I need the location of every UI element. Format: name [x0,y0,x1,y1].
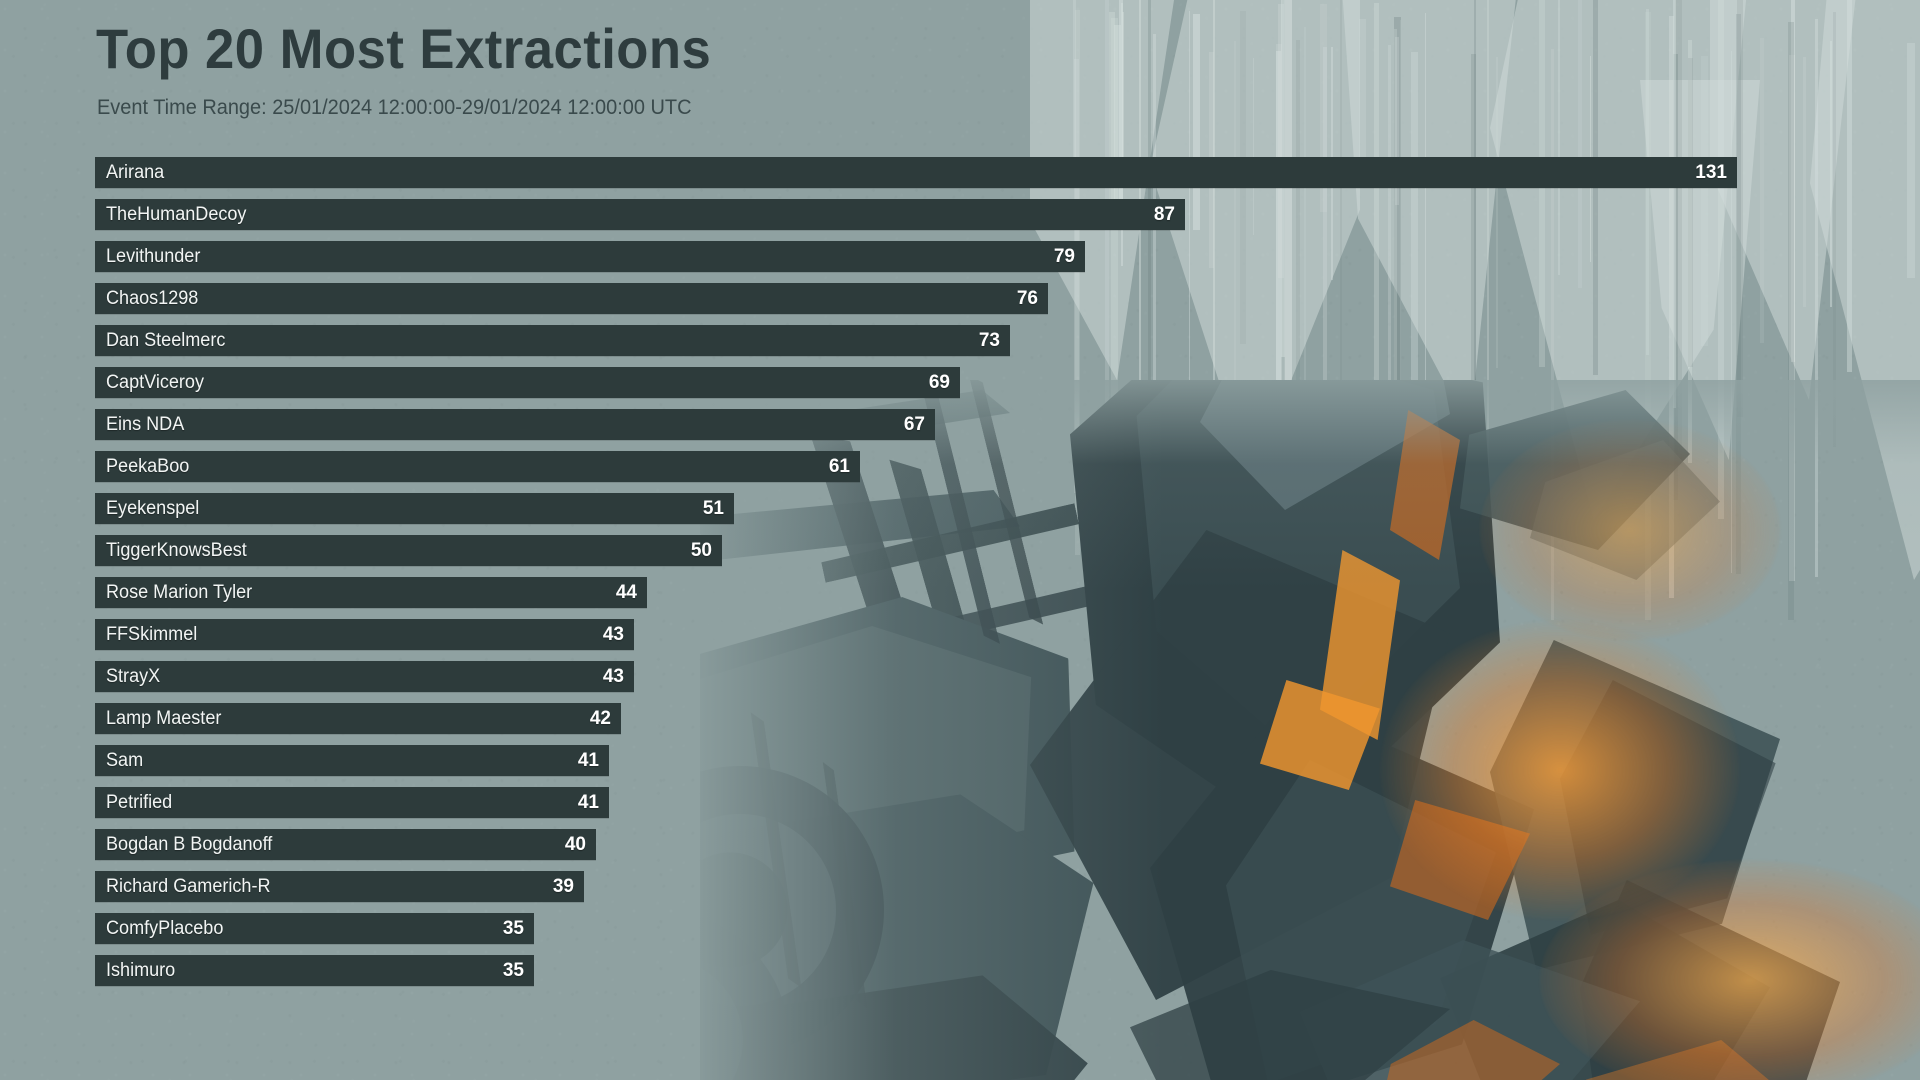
extraction-bar[interactable]: Bogdan B Bogdanoff 40 [95,829,596,860]
player-name-label: CaptViceroy [106,372,204,393]
extraction-count-value: 43 [602,666,624,687]
extraction-bar[interactable]: TiggerKnowsBest 50 [95,535,722,566]
player-name-label: Levithunder [106,246,201,267]
extraction-bar[interactable]: Richard Gamerich-R 39 [95,871,584,902]
bar-row: Arirana 131 [95,157,1885,198]
extraction-count-value: 131 [1695,162,1727,183]
bar-row: Dan Steelmerc 73 [95,325,1885,366]
extraction-count-value: 69 [928,372,950,393]
extraction-count-value: 51 [702,498,724,519]
bar-row: ComfyPlacebo 35 [95,913,1885,954]
player-name-label: Eyekenspel [106,498,200,519]
player-name-label: Chaos1298 [106,288,199,309]
extraction-count-value: 35 [502,960,524,981]
extraction-count-value: 79 [1053,246,1075,267]
bar-row: TheHumanDecoy 87 [95,199,1885,240]
bar-row: Ishimuro 35 [95,955,1885,996]
content-layer: Top 20 Most Extractions Event Time Range… [0,0,1920,1080]
extraction-bar[interactable]: PeekaBoo 61 [95,451,860,482]
player-name-label: Ishimuro [106,960,176,981]
extraction-bar[interactable]: Eyekenspel 51 [95,493,734,524]
player-name-label: StrayX [106,666,161,687]
extraction-count-value: 39 [552,876,574,897]
player-name-label: Bogdan B Bogdanoff [106,834,273,855]
player-name-label: Arirana [106,162,165,183]
player-name-label: Petrified [106,792,173,813]
player-name-label: FFSkimmel [106,624,198,645]
player-name-label: Dan Steelmerc [106,330,226,351]
extraction-count-value: 40 [564,834,586,855]
player-name-label: Eins NDA [106,414,185,435]
extraction-count-value: 76 [1016,288,1038,309]
extraction-bar[interactable]: Lamp Maester 42 [95,703,621,734]
extraction-bar[interactable]: Petrified 41 [95,787,609,818]
page-title: Top 20 Most Extractions [96,17,712,80]
player-name-label: Lamp Maester [106,708,222,729]
extraction-bar[interactable]: StrayX 43 [95,661,634,692]
extraction-count-value: 67 [903,414,925,435]
player-name-label: Richard Gamerich-R [106,876,271,897]
extraction-count-value: 50 [690,540,712,561]
bar-row: Richard Gamerich-R 39 [95,871,1885,912]
bar-row: Levithunder 79 [95,241,1885,282]
player-name-label: PeekaBoo [106,456,190,477]
extraction-bar[interactable]: Arirana 131 [95,157,1737,188]
player-name-label: Sam [106,750,144,771]
bar-row: StrayX 43 [95,661,1885,702]
bar-row: FFSkimmel 43 [95,619,1885,660]
extractions-bar-chart: Arirana 131 TheHumanDecoy 87 Levithunder 79 Ch… [95,157,1885,997]
bar-row: Sam 41 [95,745,1885,786]
player-name-label: TiggerKnowsBest [106,540,247,561]
extraction-bar[interactable]: Ishimuro 35 [95,955,534,986]
extraction-count-value: 61 [828,456,850,477]
extraction-bar[interactable]: Rose Marion Tyler 44 [95,577,647,608]
extraction-bar[interactable]: Eins NDA 67 [95,409,935,440]
bar-row: Bogdan B Bogdanoff 40 [95,829,1885,870]
extraction-count-value: 35 [502,918,524,939]
bar-row: Eyekenspel 51 [95,493,1885,534]
bar-row: Petrified 41 [95,787,1885,828]
bar-row: Eins NDA 67 [95,409,1885,450]
bar-row: Chaos1298 76 [95,283,1885,324]
extraction-count-value: 41 [577,750,599,771]
player-name-label: TheHumanDecoy [106,204,247,225]
extraction-bar[interactable]: Levithunder 79 [95,241,1085,272]
extraction-bar[interactable]: Dan Steelmerc 73 [95,325,1010,356]
player-name-label: ComfyPlacebo [106,918,224,939]
bar-row: Rose Marion Tyler 44 [95,577,1885,618]
player-name-label: Rose Marion Tyler [106,582,253,603]
extraction-count-value: 41 [577,792,599,813]
extraction-bar[interactable]: Chaos1298 76 [95,283,1048,314]
bar-row: CaptViceroy 69 [95,367,1885,408]
extraction-bar[interactable]: CaptViceroy 69 [95,367,960,398]
extraction-bar[interactable]: FFSkimmel 43 [95,619,634,650]
extraction-count-value: 43 [602,624,624,645]
extraction-count-value: 44 [615,582,637,603]
event-time-range-subtitle: Event Time Range: 25/01/2024 12:00:00-29… [97,96,692,119]
bar-row: TiggerKnowsBest 50 [95,535,1885,576]
extraction-bar[interactable]: Sam 41 [95,745,609,776]
extraction-bar[interactable]: TheHumanDecoy 87 [95,199,1185,230]
extraction-count-value: 87 [1153,204,1175,225]
bar-row: PeekaBoo 61 [95,451,1885,492]
bar-row: Lamp Maester 42 [95,703,1885,744]
extraction-count-value: 42 [589,708,611,729]
extraction-count-value: 73 [978,330,1000,351]
extraction-bar[interactable]: ComfyPlacebo 35 [95,913,534,944]
